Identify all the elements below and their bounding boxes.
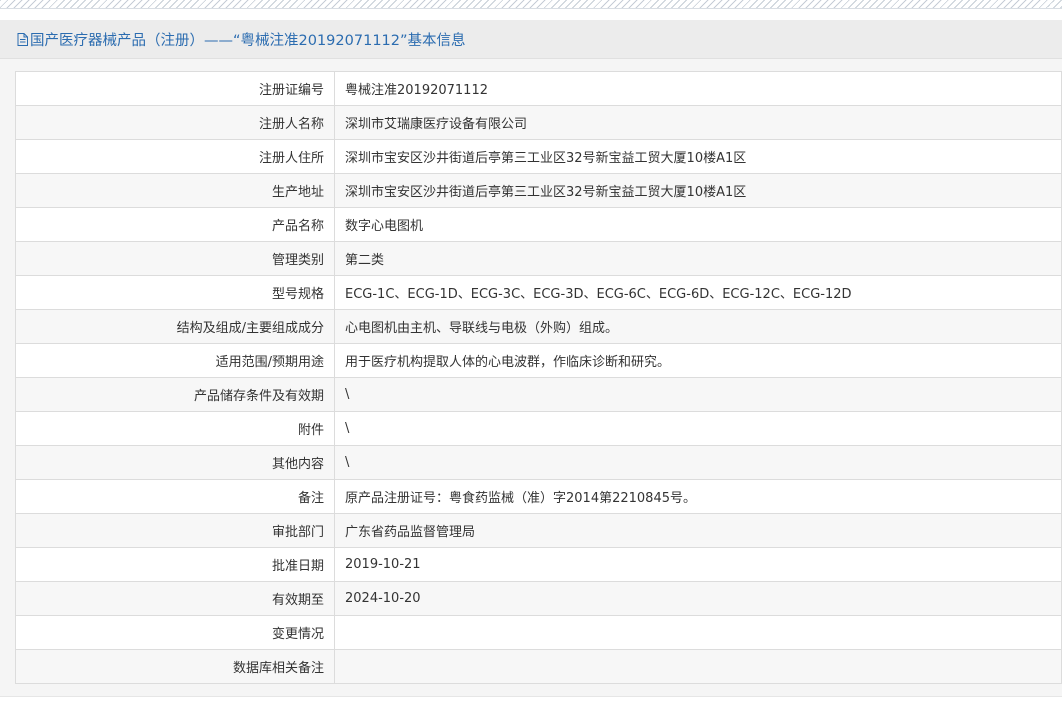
field-value: 粤械注准20192071112 [334, 71, 1062, 106]
field-value: 深圳市艾瑞康医疗设备有限公司 [334, 105, 1062, 140]
top-decorative-stripe [0, 0, 1062, 9]
table-row: 附件 \ [15, 411, 1062, 446]
table-row: 适用范围/预期用途 用于医疗机构提取人体的心电波群，作临床诊断和研究。 [15, 343, 1062, 378]
field-value: 深圳市宝安区沙井街道后亭第三工业区32号新宝益工贸大厦10楼A1区 [334, 173, 1062, 208]
table-row: 型号规格 ECG-1C、ECG-1D、ECG-3C、ECG-3D、ECG-6C、E… [15, 275, 1062, 310]
field-label: 注册人住所 [15, 139, 335, 174]
field-label: 注册人名称 [15, 105, 335, 140]
field-label: 注册证编号 [15, 71, 335, 106]
field-value: ECG-1C、ECG-1D、ECG-3C、ECG-3D、ECG-6C、ECG-6… [334, 275, 1062, 310]
field-value: 2024-10-20 [334, 581, 1062, 616]
field-value [334, 649, 1062, 684]
field-value: 用于医疗机构提取人体的心电波群，作临床诊断和研究。 [334, 343, 1062, 378]
page-title: 国产医疗器械产品（注册）——“粤械注准20192071112”基本信息 [30, 32, 466, 49]
table-row: 注册人住所 深圳市宝安区沙井街道后亭第三工业区32号新宝益工贸大厦10楼A1区 [15, 139, 1062, 174]
field-value: \ [334, 445, 1062, 480]
field-label: 数据库相关备注 [15, 649, 335, 684]
field-label: 产品名称 [15, 207, 335, 242]
field-label: 适用范围/预期用途 [15, 343, 335, 378]
table-row: 有效期至 2024-10-20 [15, 581, 1062, 616]
field-label: 有效期至 [15, 581, 335, 616]
field-value: \ [334, 411, 1062, 446]
field-label: 审批部门 [15, 513, 335, 548]
table-row: 批准日期 2019-10-21 [15, 547, 1062, 582]
field-label: 变更情况 [15, 615, 335, 650]
table-row: 生产地址 深圳市宝安区沙井街道后亭第三工业区32号新宝益工贸大厦10楼A1区 [15, 173, 1062, 208]
field-label: 管理类别 [15, 241, 335, 276]
field-label: 批准日期 [15, 547, 335, 582]
field-value: 数字心电图机 [334, 207, 1062, 242]
field-value: 心电图机由主机、导联线与电极（外购）组成。 [334, 309, 1062, 344]
table-row: 变更情况 [15, 615, 1062, 650]
table-row: 备注 原产品注册证号：粤食药监械（准）字2014第2210845号。 [15, 479, 1062, 514]
field-label: 型号规格 [15, 275, 335, 310]
field-label: 其他内容 [15, 445, 335, 480]
table-row: 其他内容 \ [15, 445, 1062, 480]
table-row: 审批部门 广东省药品监督管理局 [15, 513, 1062, 548]
document-icon [17, 32, 28, 46]
field-label: 生产地址 [15, 173, 335, 208]
field-value: 广东省药品监督管理局 [334, 513, 1062, 548]
table-row: 产品名称 数字心电图机 [15, 207, 1062, 242]
panel-header: 国产医疗器械产品（注册）——“粤械注准20192071112”基本信息 [0, 20, 1062, 59]
field-value: 深圳市宝安区沙井街道后亭第三工业区32号新宝益工贸大厦10楼A1区 [334, 139, 1062, 174]
field-label: 产品储存条件及有效期 [15, 377, 335, 412]
field-value: 原产品注册证号：粤食药监械（准）字2014第2210845号。 [334, 479, 1062, 514]
field-label: 备注 [15, 479, 335, 514]
table-row: 结构及组成/主要组成成分 心电图机由主机、导联线与电极（外购）组成。 [15, 309, 1062, 344]
table-row: 产品储存条件及有效期 \ [15, 377, 1062, 412]
table-row: 注册证编号 粤械注准20192071112 [15, 71, 1062, 106]
table-row: 管理类别 第二类 [15, 241, 1062, 276]
product-info-panel: 国产医疗器械产品（注册）——“粤械注准20192071112”基本信息 注册证编… [0, 20, 1062, 696]
field-value: 2019-10-21 [334, 547, 1062, 582]
field-value: 第二类 [334, 241, 1062, 276]
info-table: 注册证编号 粤械注准20192071112 注册人名称 深圳市艾瑞康医疗设备有限公司注… [15, 71, 1062, 684]
field-label: 结构及组成/主要组成成分 [15, 309, 335, 344]
table-row: 注册人名称 深圳市艾瑞康医疗设备有限公司 [15, 105, 1062, 140]
field-value: \ [334, 377, 1062, 412]
table-row: 数据库相关备注 [15, 649, 1062, 684]
field-value [334, 615, 1062, 650]
field-label: 附件 [15, 411, 335, 446]
